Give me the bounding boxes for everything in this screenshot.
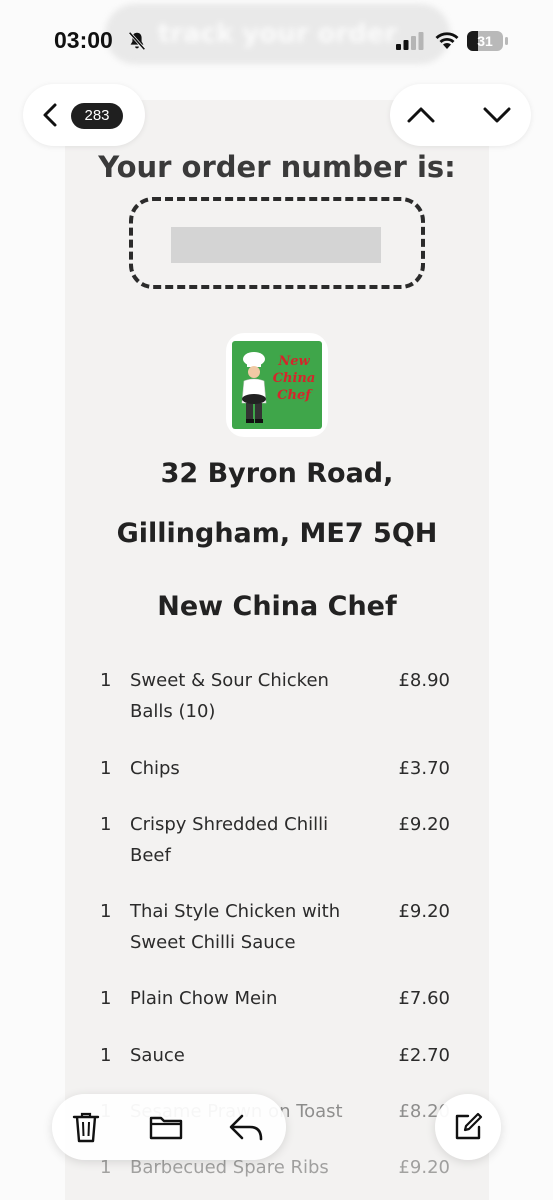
- compose-icon: [455, 1112, 483, 1140]
- order-items-list: 1 Sweet & Sour Chicken Balls (10) £8.90 1 Ch…: [0, 0, 553, 1200]
- item-name: Chips: [130, 758, 180, 779]
- item-price: £9.20: [398, 814, 450, 835]
- compose-button[interactable]: [435, 1094, 501, 1160]
- reply-icon[interactable]: [228, 1109, 264, 1145]
- item-price: £3.70: [398, 758, 450, 779]
- item-name: Sweet & Sour Chicken Balls (10): [130, 670, 329, 722]
- item-quantity: 1: [100, 670, 112, 691]
- item-price: £9.20: [398, 1157, 450, 1178]
- item-price: £7.60: [398, 988, 450, 1009]
- trash-icon[interactable]: [68, 1109, 104, 1145]
- item-name: Thai Style Chicken with Sweet Chilli Sau…: [130, 901, 341, 953]
- item-quantity: 1: [100, 814, 112, 835]
- bottom-toolbar: [52, 1094, 286, 1160]
- item-quantity: 1: [100, 758, 112, 779]
- item-price: £8.90: [398, 670, 450, 691]
- item-name: Crispy Shredded Chilli Beef: [130, 814, 329, 866]
- item-quantity: 1: [100, 988, 112, 1009]
- item-name: Plain Chow Mein: [130, 988, 278, 1009]
- folder-icon[interactable]: [148, 1109, 184, 1145]
- item-price: £9.20: [398, 901, 450, 922]
- item-quantity: 1: [100, 1045, 112, 1066]
- item-price: £2.70: [398, 1045, 450, 1066]
- item-quantity: 1: [100, 901, 112, 922]
- item-name: Sauce: [130, 1045, 185, 1066]
